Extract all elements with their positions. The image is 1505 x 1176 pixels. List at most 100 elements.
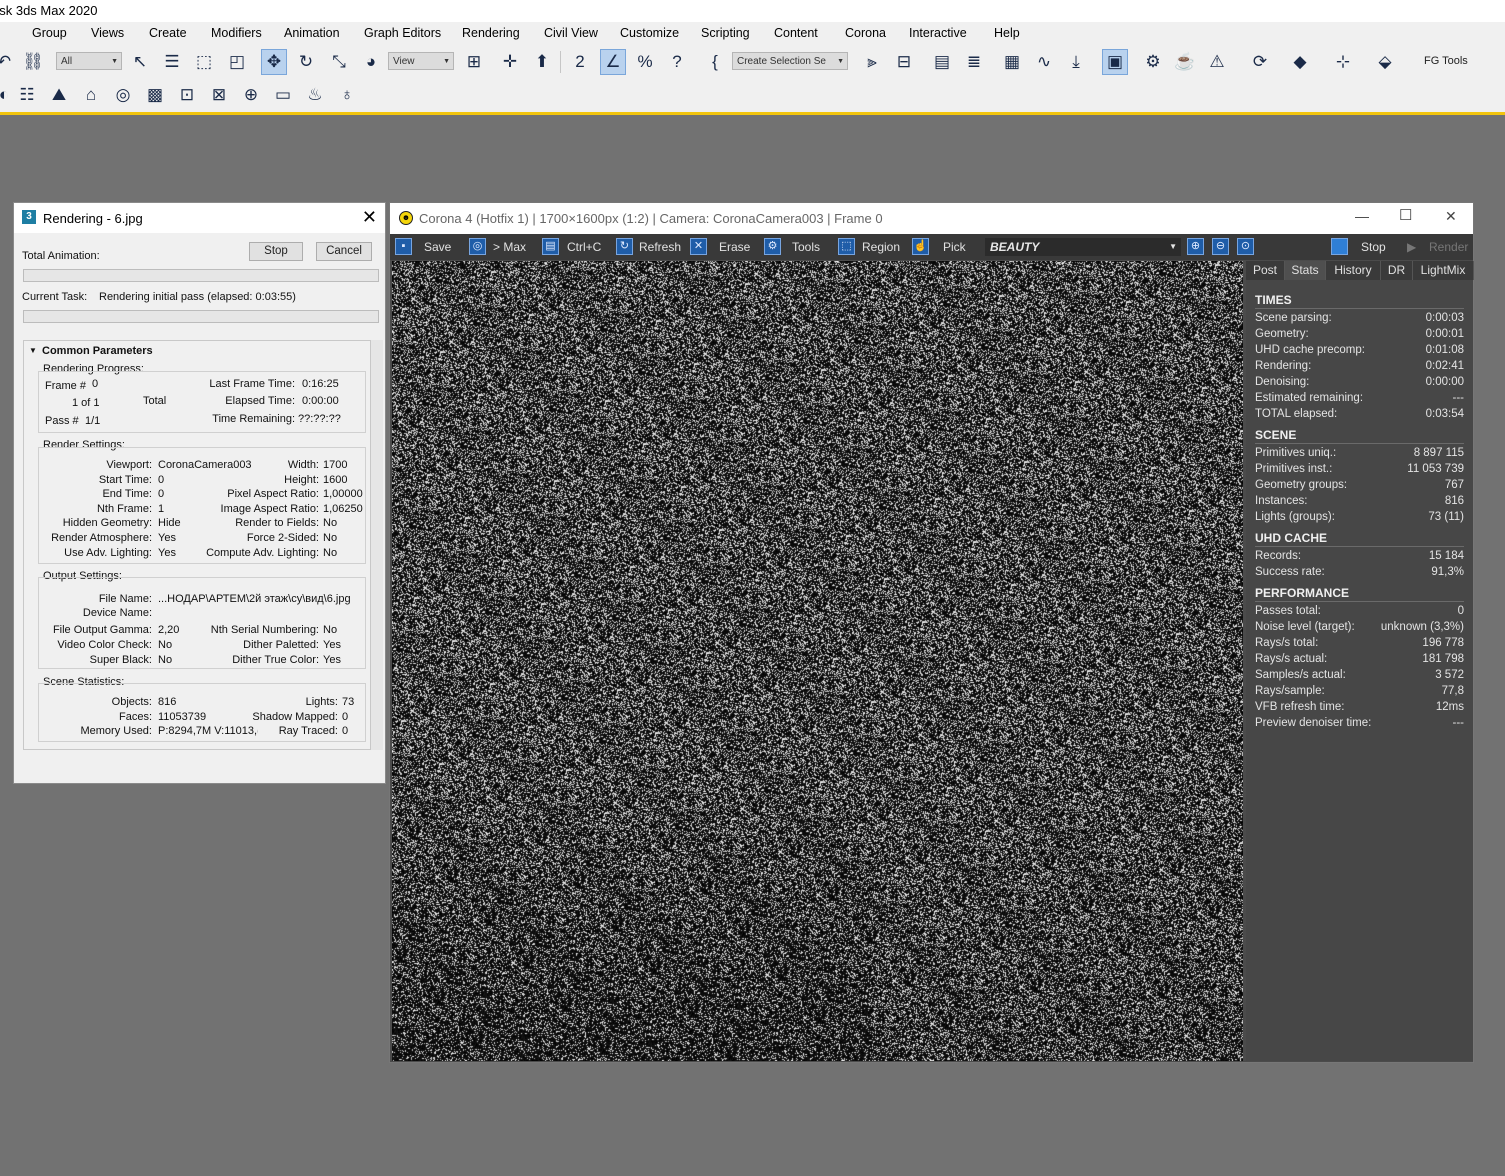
select-object-icon[interactable]: ↖ <box>128 50 152 74</box>
layer-explorer-icon[interactable]: ≣ <box>962 50 986 74</box>
fg-tools-label[interactable]: FG Tools <box>1424 55 1468 67</box>
rectangular-selection-icon[interactable]: ⬚ <box>192 50 216 74</box>
dope-sheet-icon[interactable]: ⤓ <box>1064 50 1088 74</box>
script-tool-icon[interactable]: ⬙ <box>1373 50 1397 74</box>
rotate-icon[interactable]: ↻ <box>294 50 318 74</box>
schematic-view-icon[interactable]: ▣ <box>1102 49 1128 75</box>
mirror-icon[interactable]: ⫸ <box>860 50 884 74</box>
menu-interactive[interactable]: Interactive <box>909 26 967 40</box>
select-by-name-icon[interactable]: ☰ <box>160 50 184 74</box>
rendered-image-noise[interactable] <box>392 261 1243 1061</box>
spinner-snap-icon[interactable]: ? <box>665 50 689 74</box>
render-button[interactable]: Render <box>1429 238 1468 256</box>
pick-icon[interactable]: ☝ <box>912 238 929 255</box>
copy-icon[interactable]: ▤ <box>542 238 559 255</box>
menu-create[interactable]: Create <box>149 26 187 40</box>
region-button[interactable]: Region <box>862 238 900 256</box>
light-bulb-icon[interactable]: ♁ <box>335 83 359 107</box>
tools-button[interactable]: Tools <box>792 238 820 256</box>
select-manipulate-icon[interactable]: ✛ <box>498 50 522 74</box>
named-selection-set-dropdown[interactable]: Create Selection Se <box>732 52 848 70</box>
menu-graph-editors[interactable]: Graph Editors <box>364 26 441 40</box>
scale-icon[interactable]: ⤡ <box>327 50 351 74</box>
copy-button[interactable]: Ctrl+C <box>567 238 601 256</box>
collapse-triangle-icon[interactable]: ▼ <box>29 346 37 355</box>
material-editor-icon[interactable]: ◆ <box>1288 50 1312 74</box>
cancel-button[interactable]: Cancel <box>316 242 372 261</box>
menu-animation[interactable]: Animation <box>284 26 340 40</box>
camera-icon[interactable]: ⊡ <box>175 83 199 107</box>
transform-gizmo-icon[interactable]: ⊹ <box>1331 50 1355 74</box>
proxy-icon[interactable]: ▩ <box>143 83 167 107</box>
window-crossing-icon[interactable]: ◰ <box>225 50 249 74</box>
erase-icon[interactable]: ✕ <box>690 238 707 255</box>
zoom-in-icon[interactable]: ⊕ <box>1187 238 1204 255</box>
stop-button[interactable]: Stop <box>249 242 303 261</box>
menu-views[interactable]: Views <box>91 26 124 40</box>
snaps-toggle-icon[interactable]: 2 <box>568 50 592 74</box>
to-max-button[interactable]: > Max <box>493 238 526 256</box>
menu-civil-view[interactable]: Civil View <box>544 26 598 40</box>
sun-icon[interactable]: ◐ <box>0 83 16 107</box>
pivot-icon[interactable]: ⊞ <box>462 50 486 74</box>
rollout-title[interactable]: Common Parameters <box>42 345 153 357</box>
refresh-button[interactable]: Refresh <box>639 238 681 256</box>
angle-snap-icon[interactable]: ∠ <box>600 49 626 75</box>
list-icon[interactable]: ☷ <box>15 83 39 107</box>
place-icon[interactable]: ◕ <box>359 50 383 74</box>
image-icon[interactable]: ⊠ <box>207 83 231 107</box>
menu-corona[interactable]: Corona <box>845 26 886 40</box>
menu-customize[interactable]: Customize <box>620 26 679 40</box>
maximize-icon[interactable]: ☐ <box>1399 206 1412 224</box>
menu-modifiers[interactable]: Modifiers <box>211 26 262 40</box>
refresh-icon[interactable]: ↻ <box>616 238 633 255</box>
scene-explorer-icon[interactable]: ▤ <box>930 50 954 74</box>
render-warning-icon[interactable]: ⚠ <box>1205 50 1229 74</box>
menu-content[interactable]: Content <box>774 26 818 40</box>
to-max-icon[interactable]: ◎ <box>469 238 486 255</box>
stop-render-button[interactable]: Stop <box>1361 238 1386 256</box>
minimize-icon[interactable]: — <box>1355 208 1369 224</box>
ring-icon[interactable]: ◎ <box>111 83 135 107</box>
frame-icon[interactable]: ▭ <box>271 83 295 107</box>
percent-snap-icon[interactable]: % <box>633 50 657 74</box>
tab-post[interactable]: Post <box>1246 261 1285 280</box>
rollout-scrollbar[interactable] <box>371 340 383 750</box>
curve-editor-icon[interactable]: ∿ <box>1032 50 1056 74</box>
pick-button[interactable]: Pick <box>943 238 966 256</box>
teapot-icon[interactable]: ♨ <box>303 83 327 107</box>
save-icon[interactable]: ▪ <box>395 238 412 255</box>
corona-interactive-icon[interactable]: ⟳ <box>1248 50 1272 74</box>
erase-button[interactable]: Erase <box>719 238 750 256</box>
camera-add-icon[interactable]: ⊕ <box>239 83 263 107</box>
ribbon-icon[interactable]: ▦ <box>1000 50 1024 74</box>
tab-stats[interactable]: Stats <box>1285 261 1326 280</box>
link-icon[interactable]: ⛓ <box>21 50 45 74</box>
render-channel-dropdown[interactable]: BEAUTY <box>985 238 1181 256</box>
menu-help[interactable]: Help <box>994 26 1020 40</box>
stop-icon[interactable] <box>1331 238 1348 255</box>
keyboard-shortcut-icon[interactable]: ⬆ <box>530 50 554 74</box>
render-setup-icon[interactable]: ⚙ <box>1141 50 1165 74</box>
save-button[interactable]: Save <box>424 238 451 256</box>
tools-icon[interactable]: ⚙ <box>764 238 781 255</box>
menu-scripting[interactable]: Scripting <box>701 26 750 40</box>
reference-coordinate-dropdown[interactable]: View <box>388 52 454 70</box>
render-play-icon[interactable]: ▶ <box>1407 238 1416 256</box>
close-icon[interactable]: ✕ <box>1445 208 1457 225</box>
zoom-fit-icon[interactable]: ⊙ <box>1237 238 1254 255</box>
undo-icon[interactable]: ↶ <box>0 50 16 74</box>
align-icon[interactable]: ⊟ <box>892 50 916 74</box>
selection-filter-dropdown[interactable]: All <box>56 52 122 70</box>
tree-icon[interactable]: ⛰ <box>47 83 71 107</box>
close-icon[interactable]: ✕ <box>362 207 377 228</box>
tab-history[interactable]: History <box>1326 261 1381 280</box>
region-icon[interactable]: ⬚ <box>838 238 855 255</box>
named-selection-icon[interactable]: { <box>703 50 727 74</box>
shell-icon[interactable]: ⌂ <box>79 83 103 107</box>
tab-dr[interactable]: DR <box>1381 261 1413 280</box>
menu-rendering[interactable]: Rendering <box>462 26 520 40</box>
zoom-out-icon[interactable]: ⊖ <box>1212 238 1229 255</box>
move-icon[interactable]: ✥ <box>261 49 287 75</box>
menu-group[interactable]: Group <box>32 26 67 40</box>
